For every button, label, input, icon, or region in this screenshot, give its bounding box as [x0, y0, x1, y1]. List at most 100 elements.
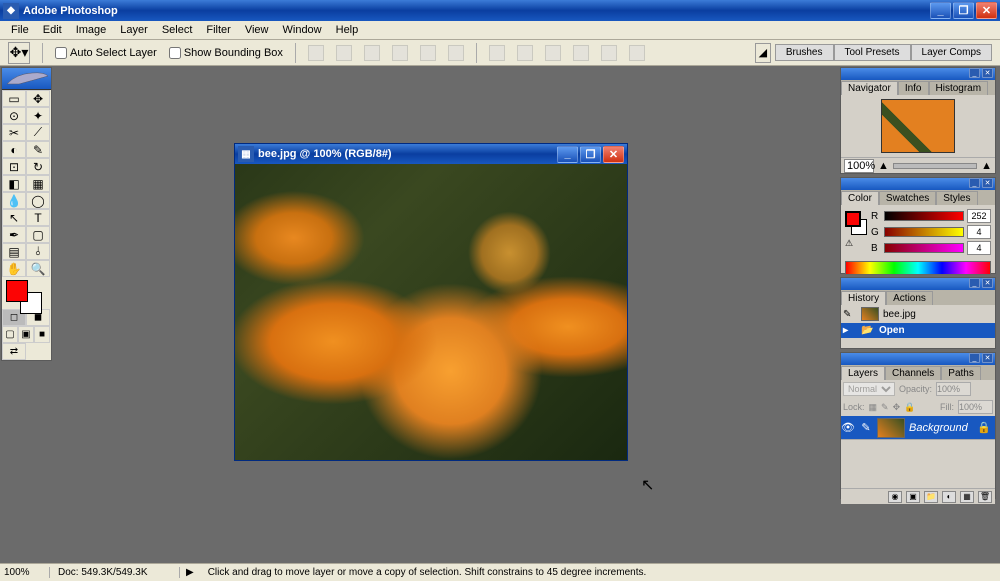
gradient-tool[interactable]: ▦	[26, 175, 50, 192]
layer-set-button[interactable]: 📁	[924, 491, 938, 503]
color-picker[interactable]	[2, 277, 51, 309]
status-docinfo[interactable]: Doc: 549.3K/549.3K	[50, 567, 180, 578]
status-zoom[interactable]: 100%	[0, 567, 50, 578]
heal-tool[interactable]: ◐	[2, 141, 26, 158]
tab-styles[interactable]: Styles	[936, 191, 977, 205]
g-slider[interactable]	[884, 227, 964, 237]
menu-file[interactable]: File	[4, 22, 36, 38]
panel-minimize-button[interactable]: _	[969, 353, 980, 363]
layer-link-icon[interactable]: ✎	[859, 421, 873, 435]
path-tool[interactable]: ↖	[2, 209, 26, 226]
hand-tool[interactable]: ✋	[2, 260, 26, 277]
b-value[interactable]: 4	[967, 241, 991, 255]
foreground-color-swatch[interactable]	[6, 280, 28, 302]
tab-info[interactable]: Info	[898, 81, 929, 95]
palette-tab-layercomps[interactable]: Layer Comps	[911, 44, 992, 61]
stamp-tool[interactable]: ⊡	[2, 158, 26, 175]
b-slider[interactable]	[884, 243, 964, 253]
canvas[interactable]	[235, 164, 627, 460]
distribute-right-button[interactable]	[629, 45, 645, 61]
bounding-box-checkbox[interactable]: Show Bounding Box	[169, 47, 283, 59]
zoom-out-icon[interactable]: ▲	[878, 160, 889, 172]
tab-histogram[interactable]: Histogram	[929, 81, 989, 95]
tab-layers[interactable]: Layers	[841, 366, 885, 380]
tab-swatches[interactable]: Swatches	[879, 191, 936, 205]
distribute-left-button[interactable]	[573, 45, 589, 61]
panel-close-button[interactable]: ✕	[982, 68, 993, 78]
auto-select-checkbox[interactable]: Auto Select Layer	[55, 47, 157, 59]
document-titlebar[interactable]: ▦ bee.jpg @ 100% (RGB/8#) _ ❐ ✕	[235, 144, 627, 164]
history-state-open[interactable]: ▸ 📂 Open	[841, 323, 995, 338]
dodge-tool[interactable]: ◯	[26, 192, 50, 209]
fill-input[interactable]	[958, 400, 993, 414]
move-tool-icon[interactable]: ✥▾	[8, 42, 30, 64]
navigator-preview[interactable]	[881, 99, 955, 153]
tab-actions[interactable]: Actions	[886, 291, 933, 305]
panel-close-button[interactable]: ✕	[982, 353, 993, 363]
slice-tool[interactable]: ⟋	[26, 124, 50, 141]
jump-imageready-button[interactable]: ⇄	[2, 343, 26, 360]
menu-filter[interactable]: Filter	[199, 22, 237, 38]
align-left-button[interactable]	[392, 45, 408, 61]
history-brush-source-icon[interactable]: ✎	[843, 309, 857, 320]
layer-style-button[interactable]: ◉	[888, 491, 902, 503]
toolbox-header[interactable]	[2, 68, 51, 90]
navigator-zoom-value[interactable]: 100%	[844, 159, 874, 173]
move-tool[interactable]: ✥	[26, 90, 50, 107]
distribute-vcenter-button[interactable]	[517, 45, 533, 61]
minimize-button[interactable]: _	[930, 2, 951, 19]
panel-minimize-button[interactable]: _	[969, 278, 980, 288]
panel-minimize-button[interactable]: _	[969, 178, 980, 188]
delete-layer-button[interactable]: 🗑	[978, 491, 992, 503]
maximize-button[interactable]: ❐	[953, 2, 974, 19]
palette-tab-toolpresets[interactable]: Tool Presets	[834, 44, 911, 61]
menu-select[interactable]: Select	[155, 22, 200, 38]
visibility-eye-icon[interactable]: 👁	[841, 421, 855, 435]
marquee-tool[interactable]: ▭	[2, 90, 26, 107]
menu-window[interactable]: Window	[276, 22, 329, 38]
align-hcenter-button[interactable]	[420, 45, 436, 61]
align-bottom-button[interactable]	[364, 45, 380, 61]
menu-help[interactable]: Help	[329, 22, 366, 38]
layer-background[interactable]: 👁 ✎ Background 🔒	[841, 416, 995, 440]
notes-tool[interactable]: ▤	[2, 243, 26, 260]
pen-tool[interactable]: ✒	[2, 226, 26, 243]
history-snapshot[interactable]: ✎ bee.jpg	[841, 305, 995, 323]
type-tool[interactable]: T	[26, 209, 50, 226]
eraser-tool[interactable]: ◧	[2, 175, 26, 192]
brush-tool[interactable]: ✎	[26, 141, 50, 158]
menu-image[interactable]: Image	[69, 22, 114, 38]
blend-mode-select[interactable]: Normal	[843, 382, 895, 396]
zoom-in-icon[interactable]: ▲	[981, 160, 992, 172]
lock-paint-icon[interactable]: ✎	[881, 402, 889, 413]
tab-paths[interactable]: Paths	[941, 366, 981, 380]
menu-view[interactable]: View	[238, 22, 276, 38]
palette-well-grip-icon[interactable]: ◢	[755, 43, 771, 63]
close-button[interactable]: ✕	[976, 2, 997, 19]
new-layer-button[interactable]: ▦	[960, 491, 974, 503]
screen-standard-button[interactable]: ▢	[2, 326, 18, 343]
menu-layer[interactable]: Layer	[113, 22, 155, 38]
lock-all-icon[interactable]: 🔒	[904, 402, 915, 413]
align-right-button[interactable]	[448, 45, 464, 61]
status-arrow-icon[interactable]: ▶	[180, 567, 200, 578]
eyedropper-tool[interactable]: ⫰	[26, 243, 50, 260]
adjustment-layer-button[interactable]: ◐	[942, 491, 956, 503]
screen-full-button[interactable]: ■	[34, 326, 50, 343]
zoom-tool[interactable]: 🔍	[26, 260, 50, 277]
tab-color[interactable]: Color	[841, 191, 879, 205]
align-vcenter-button[interactable]	[336, 45, 352, 61]
palette-tab-brushes[interactable]: Brushes	[775, 44, 834, 61]
wand-tool[interactable]: ✦	[26, 107, 50, 124]
doc-close-button[interactable]: ✕	[603, 146, 624, 163]
screen-menubar-button[interactable]: ▣	[18, 326, 34, 343]
panel-close-button[interactable]: ✕	[982, 278, 993, 288]
panel-minimize-button[interactable]: _	[969, 68, 980, 78]
r-value[interactable]: 252	[967, 209, 991, 223]
distribute-hcenter-button[interactable]	[601, 45, 617, 61]
r-slider[interactable]	[884, 211, 964, 221]
align-top-button[interactable]	[308, 45, 324, 61]
lasso-tool[interactable]: ⊙	[2, 107, 26, 124]
shape-tool[interactable]: ▢	[26, 226, 50, 243]
g-value[interactable]: 4	[967, 225, 991, 239]
